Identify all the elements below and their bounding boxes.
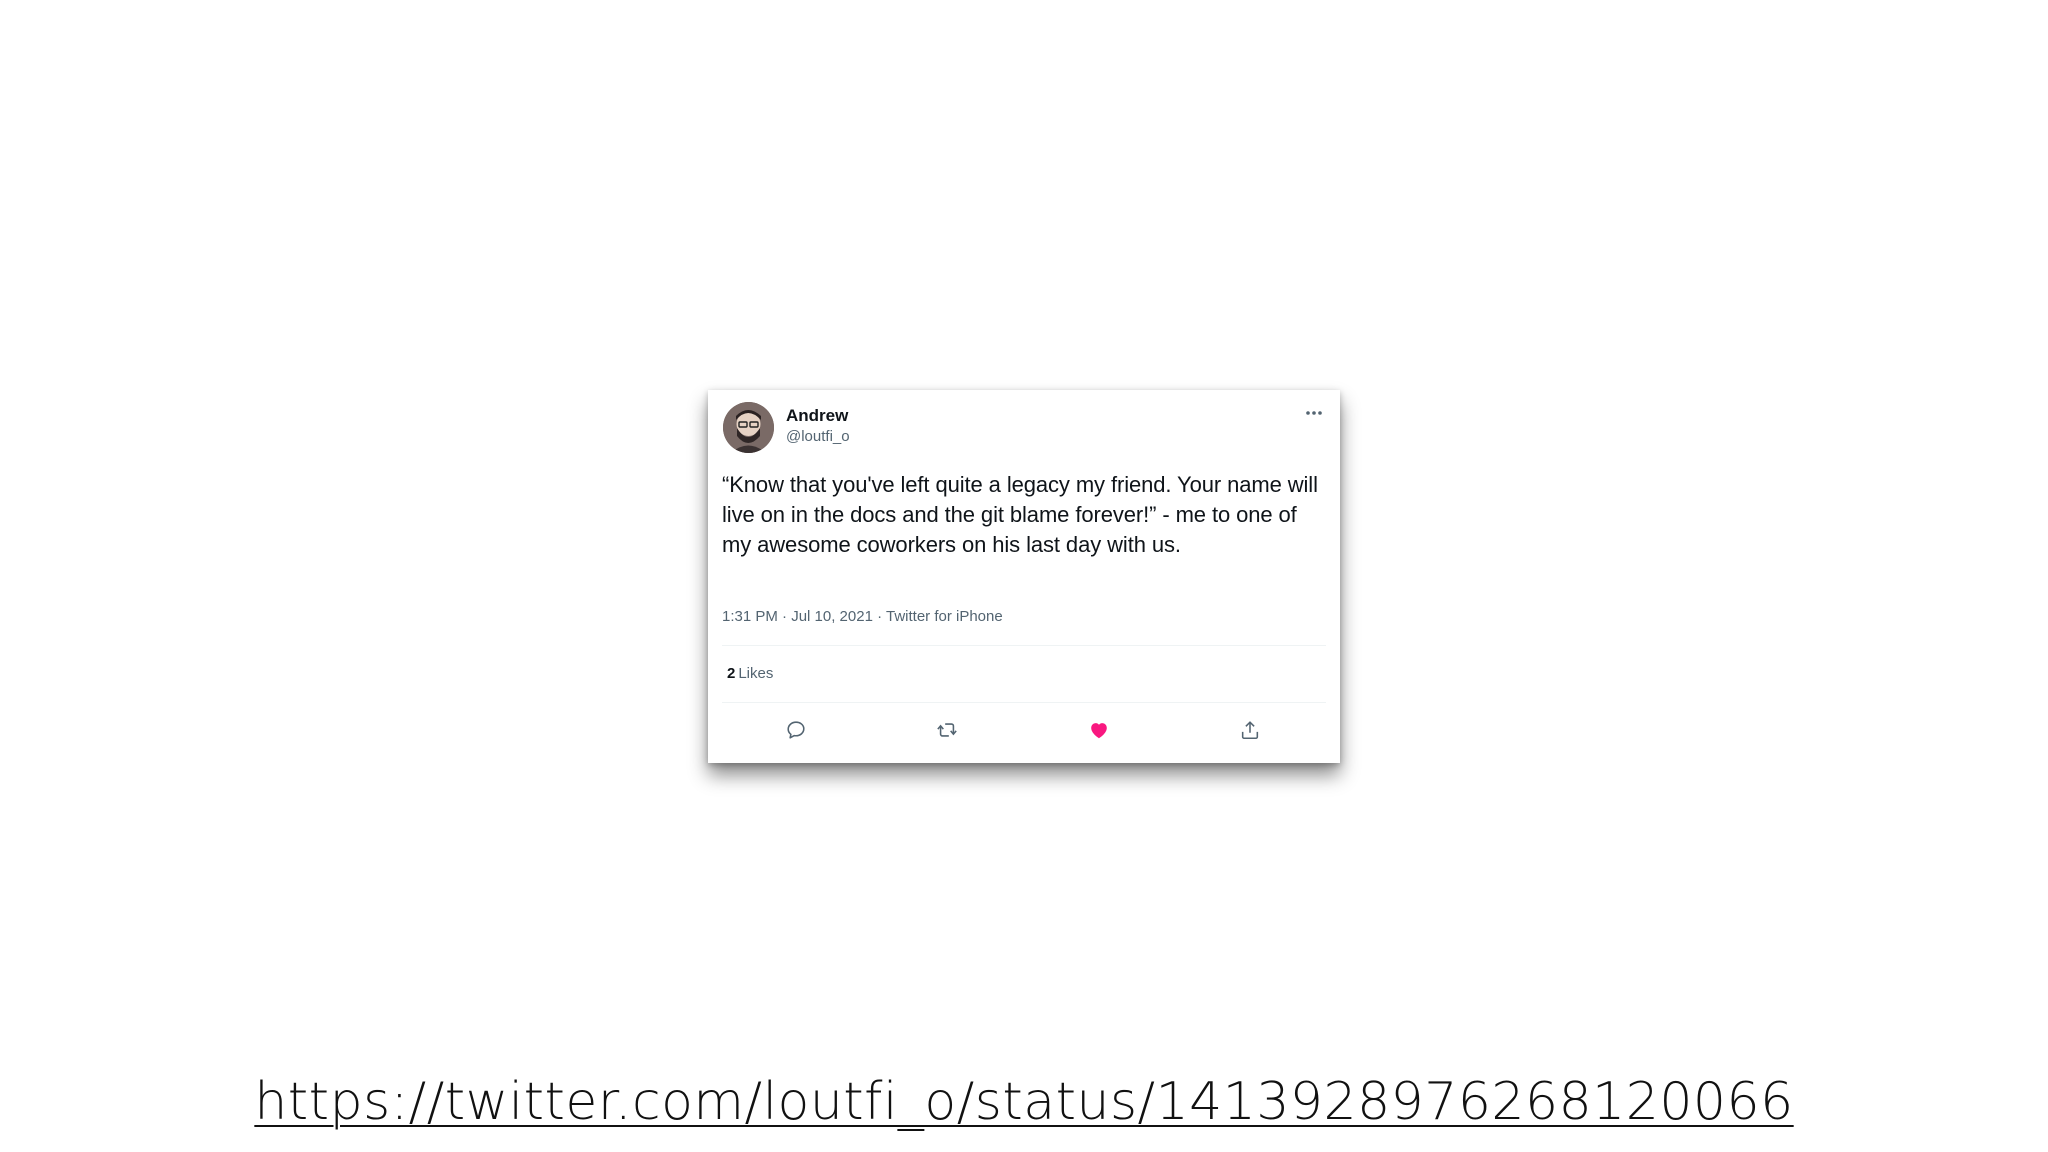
avatar-image bbox=[723, 402, 774, 453]
reply-button[interactable] bbox=[782, 716, 810, 744]
tweet-url-link[interactable]: https://twitter.com/loutfi_o/status/1413… bbox=[0, 1072, 2048, 1132]
tweet-timestamp[interactable]: 1:31 PM · Jul 10, 2021 · Twitter for iPh… bbox=[722, 608, 1003, 625]
retweet-button[interactable] bbox=[933, 716, 961, 744]
share-icon bbox=[1241, 721, 1259, 740]
author-handle[interactable]: @loutfi_o bbox=[786, 428, 850, 445]
like-button[interactable] bbox=[1085, 716, 1113, 744]
divider bbox=[722, 702, 1326, 703]
more-button[interactable] bbox=[1302, 404, 1326, 422]
tweet-text: “Know that you've left quite a legacy my… bbox=[722, 472, 1318, 557]
likes-label: Likes bbox=[738, 665, 774, 682]
share-button[interactable] bbox=[1236, 716, 1264, 744]
avatar[interactable] bbox=[723, 402, 774, 453]
reply-icon bbox=[787, 721, 805, 739]
heart-icon bbox=[1091, 723, 1107, 739]
likes-count: 2 bbox=[727, 665, 736, 682]
author-name[interactable]: Andrew bbox=[786, 406, 848, 426]
divider bbox=[722, 645, 1326, 646]
tweet-actions bbox=[722, 712, 1326, 752]
more-icon bbox=[1306, 411, 1322, 415]
likes-link[interactable]: 2 Likes bbox=[727, 665, 773, 682]
retweet-icon bbox=[937, 723, 957, 737]
tweet-card: Andrew @loutfi_o “Know that you've left … bbox=[708, 390, 1340, 763]
